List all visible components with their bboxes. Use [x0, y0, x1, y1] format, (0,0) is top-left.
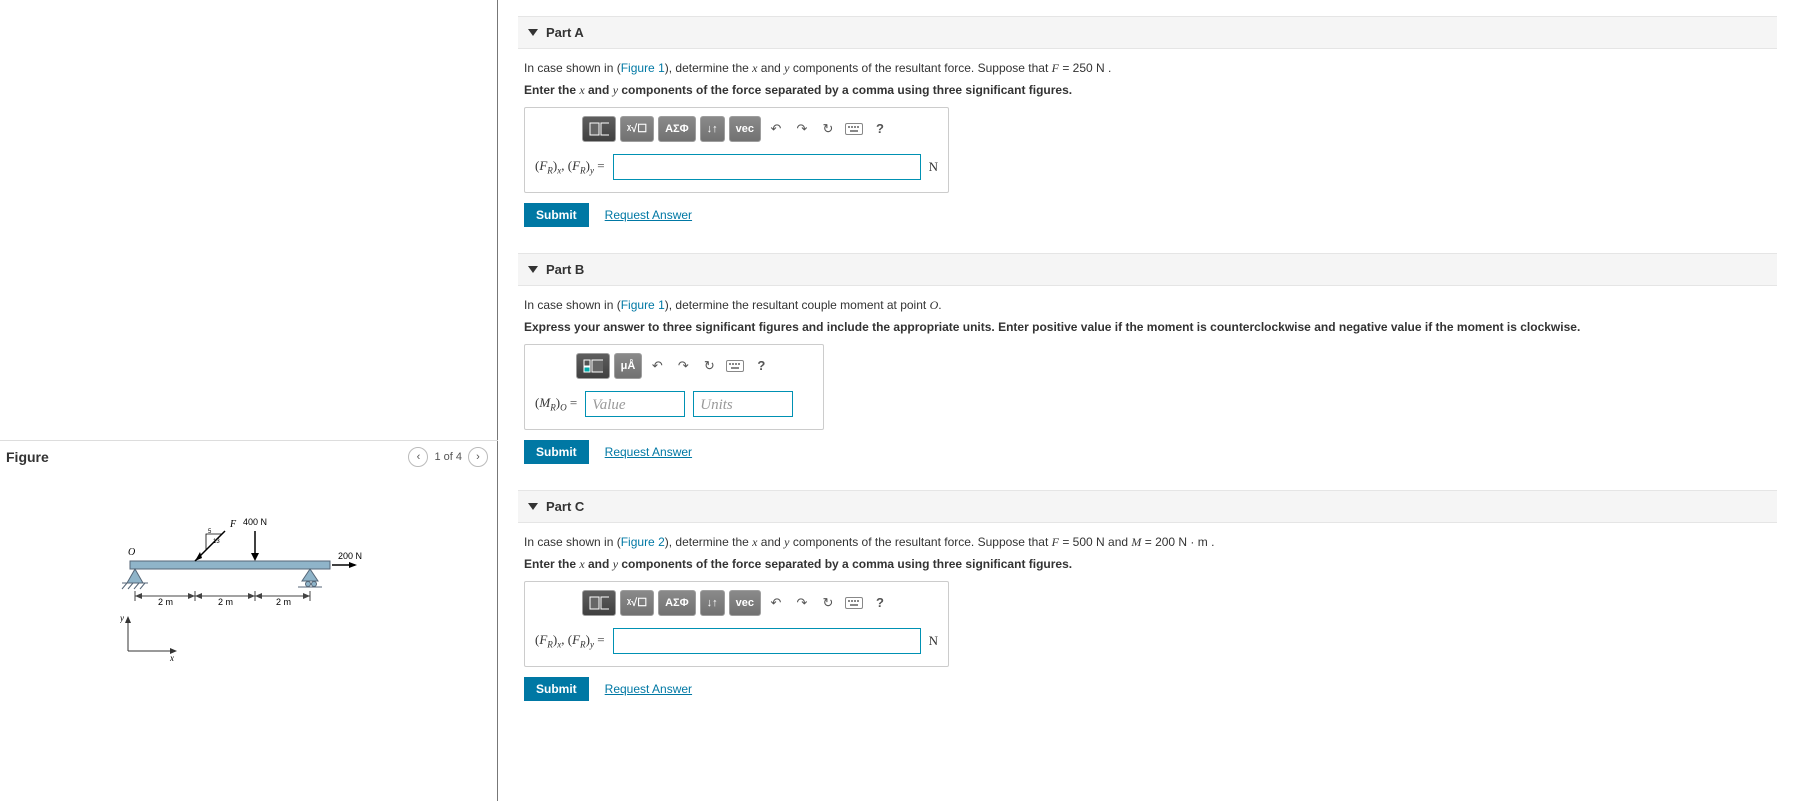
templates-button[interactable]	[576, 353, 610, 379]
part-b-prompt: In case shown in (Figure 1), determine t…	[524, 296, 1771, 314]
figure-2-link[interactable]: Figure 2	[621, 535, 665, 549]
units-button[interactable]: μÅ	[614, 353, 643, 379]
vec-button[interactable]: vec	[729, 590, 761, 616]
vec-button[interactable]: vec	[729, 116, 761, 142]
part-a-header[interactable]: Part A	[518, 16, 1777, 49]
part-a-title: Part A	[546, 25, 584, 40]
part-a-answer-box: ᵡ√☐ ΑΣΦ ↓↑ vec ↶ ↷ ↻ ? (FR)x, (FR)y = N	[524, 107, 949, 193]
svg-text:400 N: 400 N	[243, 517, 267, 527]
svg-text:x: x	[169, 653, 174, 663]
chevron-down-icon	[528, 266, 538, 273]
svg-text:2 m: 2 m	[158, 597, 173, 607]
part-c-unit: N	[929, 631, 938, 651]
figure-header: Figure ‹ 1 of 4 ›	[0, 440, 498, 473]
part-a-submit-button[interactable]: Submit	[524, 203, 589, 227]
part-a-lhs: (FR)x, (FR)y =	[535, 156, 605, 178]
figure-next-button[interactable]: ›	[468, 447, 488, 467]
part-c-instruction: Enter the x and y components of the forc…	[524, 555, 1771, 573]
part-b-submit-button[interactable]: Submit	[524, 440, 589, 464]
part-a: Part A In case shown in (Figure 1), dete…	[518, 16, 1777, 237]
help-button[interactable]: ?	[869, 118, 891, 140]
part-b: Part B In case shown in (Figure 1), dete…	[518, 253, 1777, 474]
svg-text:13: 13	[213, 539, 220, 545]
help-button[interactable]: ?	[750, 355, 772, 377]
part-b-title: Part B	[546, 262, 584, 277]
keyboard-icon[interactable]	[843, 592, 865, 614]
undo-button[interactable]: ↶	[765, 592, 787, 614]
figure-1-link[interactable]: Figure 1	[621, 61, 665, 75]
undo-button[interactable]: ↶	[765, 118, 787, 140]
svg-text:2 m: 2 m	[218, 597, 233, 607]
keyboard-icon[interactable]	[724, 355, 746, 377]
redo-button[interactable]: ↷	[791, 118, 813, 140]
part-b-answer-box: μÅ ↶ ↷ ↻ ? (MR)O =	[524, 344, 824, 430]
part-c-answer-box: ᵡ√☐ ΑΣΦ ↓↑ vec ↶ ↷ ↻ ? (FR)x, (FR)y = N	[524, 581, 949, 667]
subscript-button[interactable]: ↓↑	[700, 590, 725, 616]
part-b-units-input[interactable]	[693, 391, 793, 417]
svg-text:2 m: 2 m	[276, 597, 291, 607]
figure-1-link[interactable]: Figure 1	[621, 298, 665, 312]
redo-button[interactable]: ↷	[791, 592, 813, 614]
part-c-request-answer-link[interactable]: Request Answer	[605, 680, 692, 698]
figure-title: Figure	[6, 449, 408, 465]
part-a-answer-input[interactable]	[613, 154, 921, 180]
part-c-prompt: In case shown in (Figure 2), determine t…	[524, 533, 1771, 551]
part-a-unit: N	[929, 157, 938, 177]
part-c-lhs: (FR)x, (FR)y =	[535, 630, 605, 652]
redo-button[interactable]: ↷	[672, 355, 694, 377]
chevron-down-icon	[528, 503, 538, 510]
templates-button[interactable]	[582, 590, 616, 616]
keyboard-icon[interactable]	[843, 118, 865, 140]
part-c-submit-button[interactable]: Submit	[524, 677, 589, 701]
sqrt-button[interactable]: ᵡ√☐	[620, 590, 654, 616]
figure-image: F 5 13 400 N 200 N O	[0, 473, 498, 666]
figure-panel: Figure ‹ 1 of 4 ›	[0, 0, 498, 801]
reset-button[interactable]: ↻	[817, 118, 839, 140]
help-button[interactable]: ?	[869, 592, 891, 614]
part-c: Part C In case shown in (Figure 2), dete…	[518, 490, 1777, 711]
part-b-instruction: Express your answer to three significant…	[524, 318, 1771, 336]
figure-pager: ‹ 1 of 4 ›	[408, 447, 488, 467]
part-c-header[interactable]: Part C	[518, 490, 1777, 523]
chevron-down-icon	[528, 29, 538, 36]
svg-text:O: O	[128, 547, 135, 558]
svg-text:200 N: 200 N	[338, 551, 362, 561]
figure-pager-label: 1 of 4	[434, 451, 462, 463]
greek-button[interactable]: ΑΣΦ	[658, 590, 696, 616]
part-b-request-answer-link[interactable]: Request Answer	[605, 443, 692, 461]
svg-text:y: y	[120, 613, 124, 623]
part-b-lhs: (MR)O =	[535, 393, 577, 415]
part-a-prompt: In case shown in (Figure 1), determine t…	[524, 59, 1771, 77]
part-b-value-input[interactable]	[585, 391, 685, 417]
reset-button[interactable]: ↻	[817, 592, 839, 614]
sqrt-button[interactable]: ᵡ√☐	[620, 116, 654, 142]
subscript-button[interactable]: ↓↑	[700, 116, 725, 142]
reset-button[interactable]: ↻	[698, 355, 720, 377]
part-a-request-answer-link[interactable]: Request Answer	[605, 206, 692, 224]
templates-button[interactable]	[582, 116, 616, 142]
part-c-answer-input[interactable]	[613, 628, 921, 654]
svg-text:F: F	[229, 519, 237, 530]
part-b-header[interactable]: Part B	[518, 253, 1777, 286]
part-a-instruction: Enter the x and y components of the forc…	[524, 81, 1771, 99]
undo-button[interactable]: ↶	[646, 355, 668, 377]
greek-button[interactable]: ΑΣΦ	[658, 116, 696, 142]
figure-prev-button[interactable]: ‹	[408, 447, 428, 467]
part-c-title: Part C	[546, 499, 584, 514]
